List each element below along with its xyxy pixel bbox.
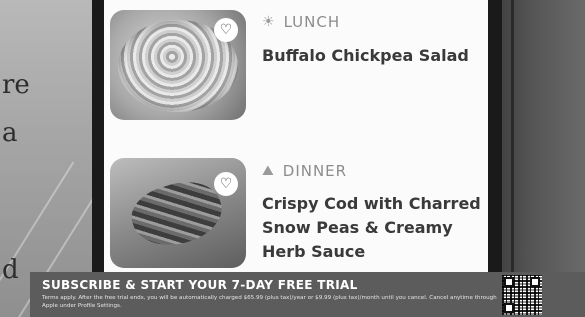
subscribe-banner: SUBSCRIBE & START YOUR 7-DAY FREE TRIAL … — [30, 272, 585, 317]
meal-type-label: ⛰ DINNER — [262, 162, 347, 180]
sunset-icon: ⛰ — [262, 163, 275, 179]
sun-icon: ☀ — [262, 14, 276, 30]
meal-title[interactable]: Crispy Cod with Charred Snow Peas & Crea… — [262, 192, 484, 264]
background-text-fragment: a — [2, 118, 18, 148]
qr-finder — [530, 277, 540, 287]
heart-outline-icon[interactable]: ♡ — [214, 172, 238, 196]
cable — [511, 0, 514, 317]
background-text-fragment: re — [2, 70, 30, 100]
video-frame: re a d ♡ ☀ LUNCH Buffalo Chickpea Salad — [0, 0, 585, 317]
qr-code[interactable] — [502, 275, 542, 315]
meal-type-text: LUNCH — [283, 13, 341, 31]
meal-title[interactable]: Buffalo Chickpea Salad — [262, 44, 484, 68]
meal-type-label: ☀ LUNCH — [262, 13, 340, 31]
meal-image[interactable]: ♡ — [110, 158, 246, 268]
meal-card-lunch[interactable]: ♡ ☀ LUNCH Buffalo Chickpea Salad — [110, 10, 480, 130]
qr-finder — [504, 277, 514, 287]
qr-finder — [504, 303, 514, 313]
background-text-fragment: d — [2, 255, 19, 285]
banner-fine-print: Terms apply. After the free trial ends, … — [42, 295, 497, 309]
phone-frame: ♡ ☀ LUNCH Buffalo Chickpea Salad ♡ ⛰ DIN… — [92, 0, 502, 317]
background-right — [493, 0, 585, 317]
heart-outline-icon[interactable]: ♡ — [214, 18, 238, 42]
meal-card-dinner[interactable]: ♡ ⛰ DINNER Crispy Cod with Charred Snow … — [110, 158, 481, 278]
banner-headline: SUBSCRIBE & START YOUR 7-DAY FREE TRIAL — [42, 278, 358, 292]
meal-type-text: DINNER — [282, 162, 348, 180]
meal-image[interactable]: ♡ — [110, 10, 246, 120]
phone-screen: ♡ ☀ LUNCH Buffalo Chickpea Salad ♡ ⛰ DIN… — [104, 0, 488, 317]
